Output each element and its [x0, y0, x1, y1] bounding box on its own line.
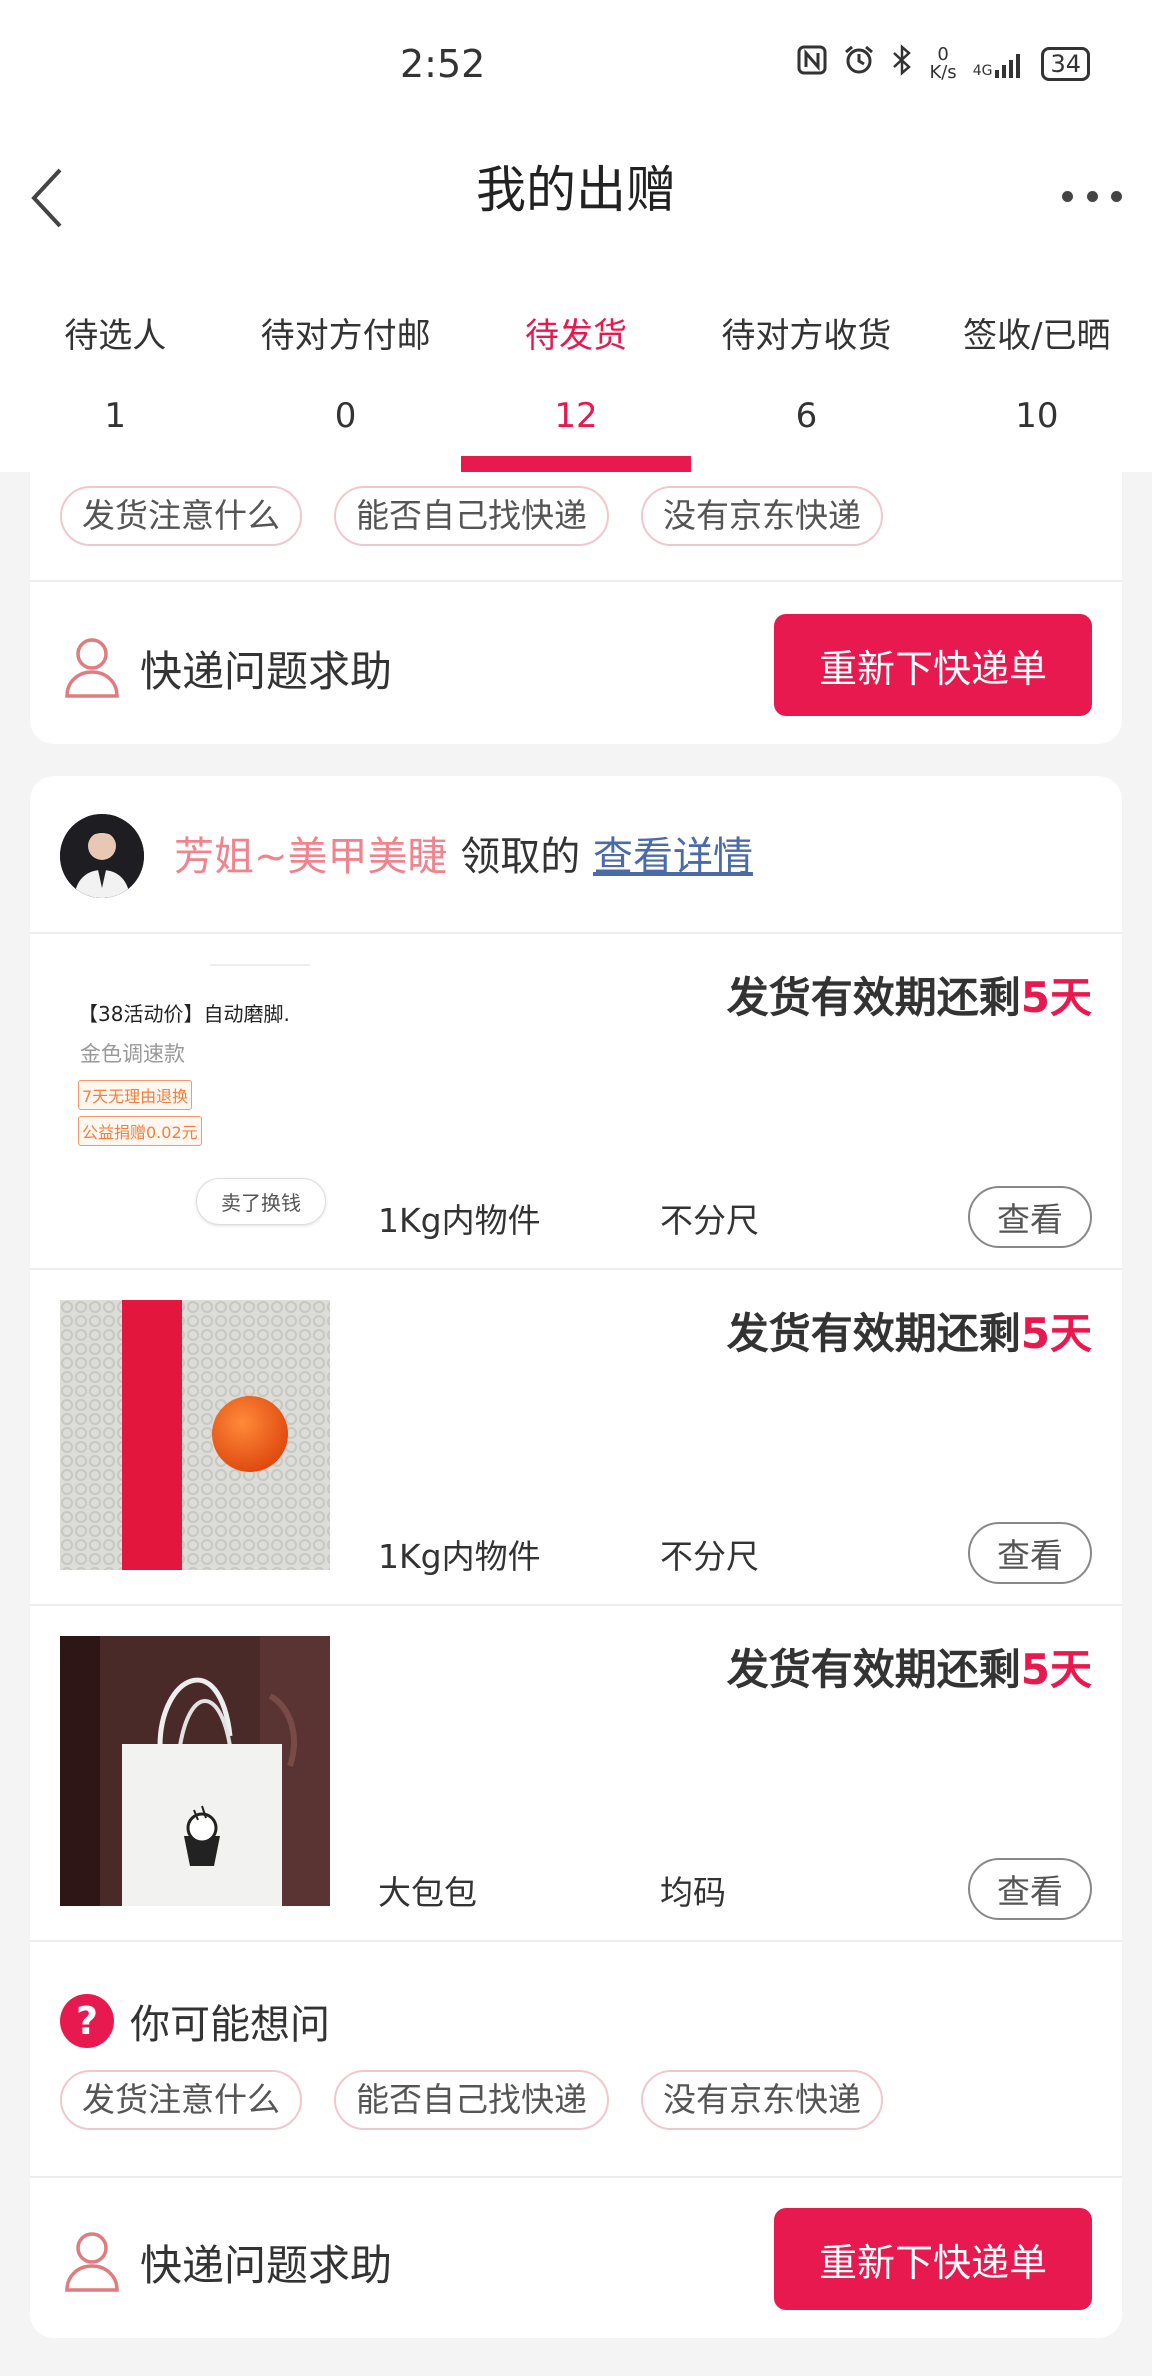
tab-pending-selection[interactable]: 待选人 1 [0, 260, 230, 472]
order-item[interactable]: 发货有效期还剩5天 大包包 均码 查看 [30, 1606, 1122, 1940]
view-details-link[interactable]: 查看详情 [593, 834, 753, 880]
faq-section: ? 你可能想问 发货注意什么 能否自己找快递 没有京东快递 [30, 1942, 1122, 2212]
tab-received-shared[interactable]: 签收/已晒 10 [922, 260, 1152, 472]
item-weight: 1Kg内物件 [378, 1201, 541, 1240]
item-size: 不分尺 [660, 1201, 759, 1240]
tote-bag-photo-image [60, 1636, 330, 1906]
dot-icon [1086, 190, 1098, 202]
question-icon: ? [60, 1994, 114, 2048]
item-size: 不分尺 [660, 1537, 759, 1576]
clock: 2:52 [400, 42, 486, 86]
tab-count: 12 [554, 396, 598, 436]
faq-chip[interactable]: 能否自己找快递 [334, 2070, 609, 2130]
view-item-button[interactable]: 查看 [968, 1186, 1092, 1248]
faq-title: ? 你可能想问 [60, 1992, 330, 2050]
nfc-icon [797, 45, 827, 83]
tab-label: 待对方付邮 [260, 316, 431, 356]
claimer-name[interactable]: 芳姐~美甲美睫 [174, 834, 448, 880]
order-item[interactable]: 【38活动价】自动磨脚. 金色调速款 7天无理由退换 公益捐赠0.02元 卖了换… [30, 934, 1122, 1268]
express-help-row: 快递问题求助 重新下快递单 [30, 612, 1122, 718]
status-icons: 0 K/s 4G 34 [797, 44, 1090, 84]
tab-label: 待发货 [525, 316, 628, 356]
alarm-icon [843, 44, 875, 84]
page-title: 我的出赠 [476, 161, 676, 219]
status-tabs: 待选人 1 待对方付邮 0 待发货 12 待对方收货 6 签收/已晒 10 [0, 260, 1152, 472]
faq-chip[interactable]: 没有京东快递 [641, 486, 883, 546]
signal-icon: 4G [973, 50, 1026, 78]
tab-count: 0 [334, 396, 357, 436]
faq-chip-list: 发货注意什么 能否自己找快递 没有京东快递 [60, 2070, 883, 2130]
item-weight: 大包包 [378, 1873, 477, 1912]
order-card: 芳姐~美甲美睫 领取的 查看详情 【38活动价】自动磨脚. 金色调速款 7天无理… [30, 776, 1122, 2338]
person-icon [65, 2232, 119, 2292]
tab-pending-shipment[interactable]: 待发货 12 [460, 260, 692, 472]
avatar[interactable] [60, 814, 144, 898]
product-thumbnail[interactable] [60, 1636, 330, 1906]
orange-ball-photo-image [60, 1300, 330, 1570]
tab-pending-receipt[interactable]: 待对方收货 6 [691, 260, 921, 472]
bluetooth-icon [891, 44, 913, 84]
faq-chip[interactable]: 发货注意什么 [60, 486, 302, 546]
tab-label: 待选人 [64, 316, 167, 356]
product-thumbnail[interactable] [60, 1300, 330, 1570]
faq-chip[interactable]: 没有京东快递 [641, 2070, 883, 2130]
order-item[interactable]: 发货有效期还剩5天 1Kg内物件 不分尺 查看 [30, 1270, 1122, 1604]
product-thumbnail[interactable]: 【38活动价】自动磨脚. 金色调速款 7天无理由退换 公益捐赠0.02元 卖了换… [60, 964, 330, 1234]
tab-pending-postage[interactable]: 待对方付邮 0 [230, 260, 460, 472]
net-speed: 0 K/s [929, 44, 957, 83]
faq-chip-list: 发货注意什么 能否自己找快递 没有京东快递 [60, 486, 883, 546]
tab-count: 1 [104, 396, 127, 436]
item-weight: 1Kg内物件 [378, 1537, 541, 1576]
status-bar: 2:52 0 K/s 4G 34 [0, 0, 1152, 130]
more-options-button[interactable] [1062, 176, 1122, 216]
tab-label: 签收/已晒 [963, 316, 1111, 356]
faq-chip[interactable]: 能否自己找快递 [334, 486, 609, 546]
battery-icon: 34 [1041, 47, 1090, 81]
reorder-express-button[interactable]: 重新下快递单 [774, 2208, 1092, 2310]
tab-count: 10 [1015, 396, 1059, 436]
reorder-express-button[interactable]: 重新下快递单 [774, 614, 1092, 716]
express-help-link[interactable]: 快递问题求助 [140, 638, 392, 699]
claimer-row: 芳姐~美甲美睫 领取的 查看详情 [30, 776, 1122, 934]
claim-suffix: 领取的 [460, 834, 581, 880]
thumb-sell-label: 卖了换钱 [196, 1178, 326, 1225]
express-help-link[interactable]: 快递问题求助 [140, 2232, 392, 2293]
thumb-tag: 7天无理由退换 [78, 1080, 193, 1110]
claim-info: 芳姐~美甲美睫 领取的 查看详情 [174, 824, 753, 882]
faq-chip[interactable]: 发货注意什么 [60, 2070, 302, 2130]
thumb-tag: 公益捐赠0.02元 [78, 1116, 202, 1146]
divider [30, 2176, 1122, 2178]
item-size: 均码 [660, 1873, 726, 1912]
tab-label: 待对方收货 [721, 316, 892, 356]
dot-icon [1062, 190, 1073, 202]
thumb-spec: 金色调速款 [80, 1042, 185, 1066]
divider [30, 580, 1122, 582]
dot-icon [1111, 190, 1122, 202]
tab-count: 6 [795, 396, 818, 436]
shipping-deadline: 发货有效期还剩5天 [726, 973, 1092, 1022]
view-item-button[interactable]: 查看 [968, 1858, 1092, 1920]
app-header: 我的出赠 [0, 130, 1152, 260]
view-item-button[interactable]: 查看 [968, 1522, 1092, 1584]
express-help-row: 快递问题求助 重新下快递单 [30, 2206, 1122, 2312]
previous-order-card: 发货注意什么 能否自己找快递 没有京东快递 快递问题求助 重新下快递单 [30, 472, 1122, 744]
thumb-title: 【38活动价】自动磨脚. [78, 1002, 290, 1026]
shipping-deadline: 发货有效期还剩5天 [726, 1309, 1092, 1358]
person-icon [65, 638, 119, 698]
shipping-deadline: 发货有效期还剩5天 [726, 1645, 1092, 1694]
